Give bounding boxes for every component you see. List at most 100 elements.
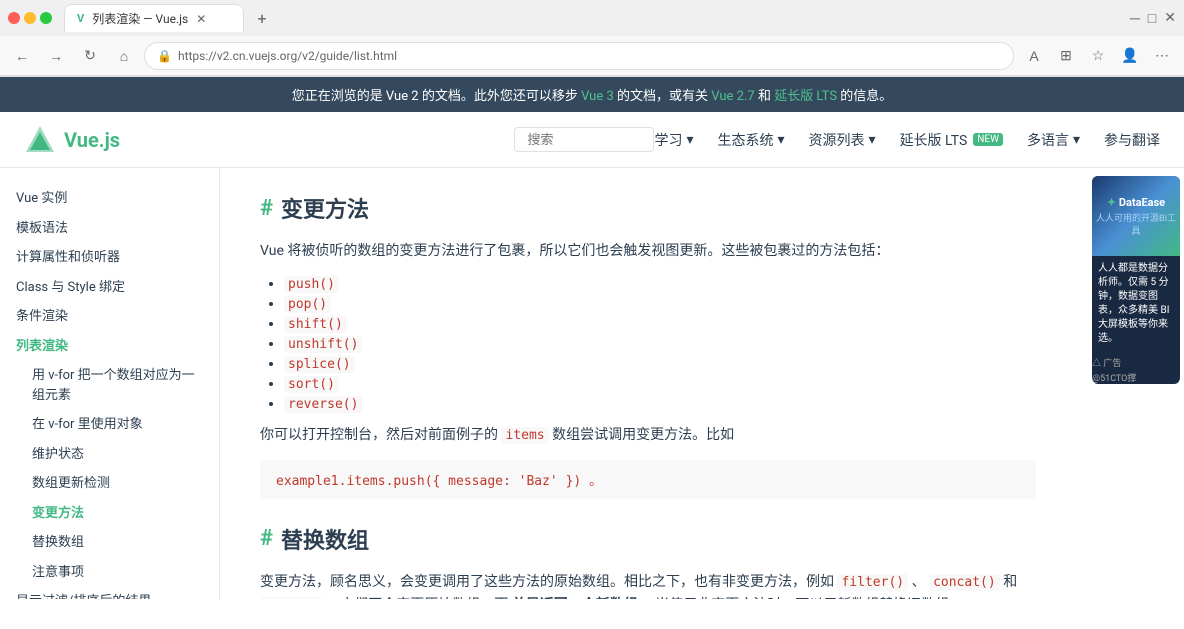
method-sort: sort() (284, 376, 339, 393)
lts-link[interactable]: 延长版 LTS (774, 89, 837, 104)
minimize-window-btn[interactable] (24, 12, 36, 24)
ad-box[interactable]: ✦ DataEase 人人可用的开源BI工具 人人都是数据分析师。仅需 5 分钟… (1092, 176, 1180, 384)
sidebar-item-vue-instance[interactable]: Vue 实例 (0, 184, 219, 214)
list-item: push() (284, 276, 1036, 292)
section-mutation-methods: # 变更方法 Vue 将被侦听的数组的变更方法进行了包裹，所以它们也会触发视图更… (260, 192, 1036, 499)
window-close-icon[interactable]: ✕ (1164, 10, 1176, 27)
notification-text3: 和 (758, 89, 771, 104)
screenshot-btn[interactable]: ⊞ (1052, 42, 1080, 70)
search-input[interactable] (514, 127, 654, 152)
notification-text2: 的文档，或有关 (617, 89, 708, 104)
methods-list: push() pop() shift() unshift() splice() … (260, 276, 1036, 412)
refresh-btn[interactable]: ↻ (76, 42, 104, 70)
ad-tagline: 人人可用的开源BI工具 (1092, 211, 1180, 237)
vue27-link[interactable]: Vue 2.7 (711, 89, 754, 104)
tab-close-btn[interactable]: ✕ (196, 12, 206, 26)
nav-language[interactable]: 多语言 ▾ (1027, 130, 1080, 150)
sidebar-item-template-syntax[interactable]: 模板语法 (0, 214, 219, 244)
sidebar-item-mutation-methods[interactable]: 变更方法 (0, 499, 219, 529)
code-filter: filter() (837, 574, 908, 591)
chevron-down-icon: ▾ (778, 132, 785, 148)
browser-nav: ← → ↻ ⌂ 🔒 https://v2.cn.vuejs.org/v2/gui… (0, 36, 1184, 76)
site-nav: 学习 ▾ 生态系统 ▾ 资源列表 ▾ 延长版 LTS NEW 多语言 ▾ 参与翻… (654, 130, 1160, 150)
sidebar-item-caveats[interactable]: 注意事项 (0, 558, 219, 588)
close-window-btn[interactable] (8, 12, 20, 24)
active-tab[interactable]: V 列表渲染 — Vue.js ✕ (64, 4, 244, 32)
back-btn[interactable]: ← (8, 42, 36, 70)
list-item: unshift() (284, 336, 1036, 352)
notification-text: 您正在浏览的是 Vue 2 的文档。此外您还可以移步 (292, 89, 578, 104)
method-pop: pop() (284, 296, 331, 313)
new-tab-btn[interactable]: + (248, 4, 276, 32)
bold-text: 总是返回一个新数组 (512, 597, 638, 599)
section1-intro: Vue 将被侦听的数组的变更方法进行了包裹，所以它们也会触发视图更新。这些被包裹… (260, 240, 1036, 264)
sidebar-item-array-update[interactable]: 数组更新检测 (0, 469, 219, 499)
reader-mode-btn[interactable]: A (1020, 42, 1048, 70)
main-layout: Vue 实例 模板语法 计算属性和侦听器 Class 与 Style 绑定 条件… (0, 168, 1184, 599)
profile-btn[interactable]: 👤 (1116, 42, 1144, 70)
ad-brand: ✦ DataEase (1092, 196, 1180, 209)
ad-icon: △ (1092, 359, 1101, 369)
forward-btn[interactable]: → (42, 42, 70, 70)
favorites-btn[interactable]: ☆ (1084, 42, 1112, 70)
browser-titlebar: V 列表渲染 — Vue.js ✕ + ─ □ ✕ (0, 0, 1184, 36)
sidebar-item-vfor-object[interactable]: 在 v-for 里使用对象 (0, 410, 219, 440)
nav-resources[interactable]: 资源列表 ▾ (809, 130, 876, 150)
list-item: shift() (284, 316, 1036, 332)
sidebar: Vue 实例 模板语法 计算属性和侦听器 Class 与 Style 绑定 条件… (0, 168, 220, 599)
section2-title: # 替换数组 (260, 523, 1036, 555)
window-minimize-icon[interactable]: ─ (1130, 10, 1140, 27)
nav-translate[interactable]: 参与翻译 (1104, 130, 1160, 150)
code-items: items (501, 427, 548, 444)
more-btn[interactable]: ⋯ (1148, 42, 1176, 70)
list-item: splice() (284, 356, 1036, 372)
nav-study[interactable]: 学习 ▾ (654, 130, 693, 150)
home-btn[interactable]: ⌂ (110, 42, 138, 70)
sidebar-item-computed[interactable]: 计算属性和侦听器 (0, 243, 219, 273)
ad-panel: ✦ DataEase 人人可用的开源BI工具 人人都是数据分析师。仅需 5 分钟… (1084, 168, 1184, 599)
address-bar[interactable]: 🔒 https://v2.cn.vuejs.org/v2/guide/list.… (144, 42, 1014, 70)
sidebar-item-display-filtered[interactable]: 显示过滤/排序后的结果 (0, 587, 219, 599)
browser-nav-icons: A ⊞ ☆ 👤 ⋯ (1020, 42, 1176, 70)
list-item: sort() (284, 376, 1036, 392)
section1-title: # 变更方法 (260, 192, 1036, 224)
sidebar-item-vfor-array[interactable]: 用 v-for 把一个数组对应为一组元素 (0, 361, 219, 410)
method-push: push() (284, 276, 339, 293)
sidebar-item-class-style[interactable]: Class 与 Style 绑定 (0, 273, 219, 303)
chevron-down-icon: ▾ (869, 132, 876, 148)
ad-description: 人人都是数据分析师。仅需 5 分钟，数据变图表，众多精美 BI 大屏模板等你来选… (1092, 256, 1180, 352)
url-text: https://v2.cn.vuejs.org/v2/guide/list.ht… (178, 49, 397, 63)
sidebar-item-maintain-state[interactable]: 维护状态 (0, 440, 219, 470)
sidebar-item-conditional[interactable]: 条件渲染 (0, 302, 219, 332)
site-logo[interactable]: Vue.js (24, 124, 120, 156)
section2-hash[interactable]: # (260, 526, 273, 551)
notification-text4: 的信息。 (840, 89, 892, 104)
tab-favicon: V (77, 12, 84, 25)
section-replace-array: # 替换数组 变更方法，顾名思义，会变更调用了这些方法的原始数组。相比之下，也有… (260, 523, 1036, 599)
section1-hash[interactable]: # (260, 196, 273, 221)
list-item: reverse() (284, 396, 1036, 412)
ad-label: △ 广告 (1092, 356, 1180, 369)
method-unshift: unshift() (284, 336, 362, 353)
vuejs-logo-icon (24, 124, 56, 156)
code-concat: concat() (929, 574, 1000, 591)
site-header: Vue.js 学习 ▾ 生态系统 ▾ 资源列表 ▾ 延长版 LTS NEW 多语… (0, 112, 1184, 168)
lock-icon: 🔒 (157, 49, 172, 63)
nav-lts[interactable]: 延长版 LTS NEW (900, 130, 1003, 150)
sidebar-item-list-render[interactable]: 列表渲染 (0, 332, 219, 362)
code-example-text: example1.items.push({ message: 'Baz' }) (276, 474, 581, 489)
list-item: pop() (284, 296, 1036, 312)
maximize-window-btn[interactable] (40, 12, 52, 24)
method-splice: splice() (284, 356, 355, 373)
logo-text: Vue.js (64, 128, 120, 152)
method-shift: shift() (284, 316, 347, 333)
notification-banner: 您正在浏览的是 Vue 2 的文档。此外您还可以移步 Vue 3 的文档，或有关… (0, 77, 1184, 112)
code-slice: slice() (260, 597, 323, 599)
window-maximize-icon[interactable]: □ (1148, 10, 1156, 27)
tab-title: 列表渲染 — Vue.js (92, 10, 188, 27)
vue3-link[interactable]: Vue 3 (581, 89, 614, 104)
chevron-down-icon: ▾ (686, 132, 693, 148)
sidebar-item-replace-array[interactable]: 替换数组 (0, 528, 219, 558)
chevron-down-icon: ▾ (1073, 132, 1080, 148)
nav-ecosystem[interactable]: 生态系统 ▾ (718, 130, 785, 150)
